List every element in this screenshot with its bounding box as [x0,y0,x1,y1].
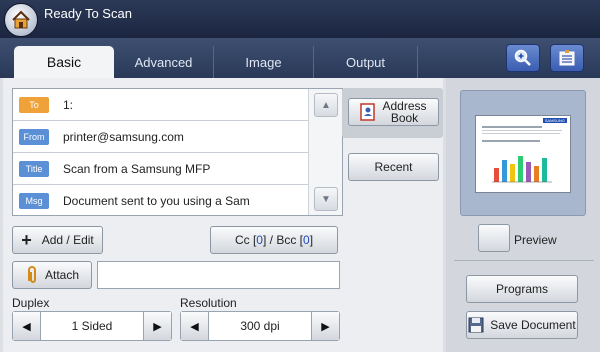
bcc-count: 0 [303,233,310,247]
preview-text-line [482,130,562,131]
field-value-msg: Document sent to you using a Sam [63,194,250,208]
fields-scrollbar[interactable]: ▲ ▼ [308,89,342,215]
bcc-suffix: ] [309,233,314,247]
save-document-button[interactable]: Save Document [466,311,578,339]
field-value-title: Scan from a Samsung MFP [63,161,211,176]
duplex-value: 1 Sided [71,319,113,333]
tab-output[interactable]: Output [314,46,418,78]
scroll-down-button[interactable]: ▼ [314,187,338,211]
tab-basic[interactable]: Basic [14,46,114,78]
preview-chart-graphic [492,156,552,183]
preview-page: SAMSUNG [475,115,571,193]
attach-field[interactable] [97,261,340,289]
right-pane: SAMSUNG Preview Programs Save Document [446,78,600,352]
triangle-right-icon: ▶ [321,320,330,333]
triangle-left-icon: ◀ [22,320,31,333]
preview-text-line [482,133,560,134]
bcc-prefix: ] / Bcc [ [262,233,303,247]
triangle-up-icon: ▲ [321,99,331,111]
triangle-left-icon: ◀ [190,320,199,333]
triangle-down-icon: ▼ [321,193,331,205]
tab-bar: Basic Advanced Image Output [0,38,600,78]
paperclip-icon [27,266,36,283]
cc-prefix: Cc [ [234,233,257,247]
divider [454,260,594,261]
plus-icon: + [21,229,32,250]
resolution-spinner: ◀ 300 dpi ▶ [180,311,340,341]
window-title: Ready To Scan [44,6,132,21]
tab-image[interactable]: Image [214,46,314,78]
address-book-button[interactable]: Address Book [348,98,439,126]
samsung-logo: SAMSUNG [542,118,567,123]
address-book-icon [359,103,375,121]
field-from[interactable]: From printer@samsung.com [13,121,308,153]
triangle-right-icon: ▶ [153,320,162,333]
field-tag-msg: Msg [19,193,49,209]
add-edit-button[interactable]: + Add / Edit [12,226,103,254]
preview-checkbox-button[interactable] [478,224,510,252]
duplex-label: Duplex [12,296,50,310]
main-panel: To 1: From printer@samsung.com Title Sca… [0,78,600,352]
duplex-spinner: ◀ 1 Sided ▶ [12,311,172,341]
field-tag-from: From [19,128,49,145]
field-tag-title: Title [19,160,49,177]
resolution-label: Resolution [180,296,237,310]
resolution-value: 300 dpi [240,319,280,333]
field-to[interactable]: To 1: [13,89,308,121]
attach-label: Attach [44,268,80,282]
title-bar: Ready To Scan [0,0,600,38]
duplex-next-button[interactable]: ▶ [143,312,171,340]
scroll-up-button[interactable]: ▲ [314,93,338,117]
field-msg[interactable]: Msg Document sent to you using a Sam [13,185,308,217]
tab-advanced[interactable]: Advanced [114,46,214,78]
programs-button[interactable]: Programs [466,275,578,303]
resolution-next-button[interactable]: ▶ [311,312,339,340]
field-title[interactable]: Title Scan from a Samsung MFP [13,153,308,185]
field-value-from: printer@samsung.com [63,129,184,144]
home-icon [12,10,30,29]
preview-label: Preview [514,233,557,247]
home-button[interactable] [4,3,38,37]
recipient-fields: To 1: From printer@samsung.com Title Sca… [12,88,343,216]
zoom-button[interactable] [506,44,540,72]
field-value-to: 1: [63,97,74,112]
zoom-in-icon [514,49,531,66]
preview-text-line [482,140,540,142]
job-list-button[interactable] [550,44,584,72]
preview-thumbnail: SAMSUNG [460,90,586,216]
recent-button[interactable]: Recent [348,153,439,181]
save-document-label: Save Document [490,318,576,332]
left-pane: To 1: From printer@samsung.com Title Sca… [3,78,443,352]
add-edit-label: Add / Edit [41,233,94,247]
cc-count: 0 [256,233,263,247]
address-book-label: Address Book [382,99,427,125]
preview-text-line [482,126,542,128]
duplex-prev-button[interactable]: ◀ [13,312,41,340]
resolution-prev-button[interactable]: ◀ [181,312,209,340]
attach-button[interactable]: Attach [12,261,92,289]
cc-bcc-button[interactable]: Cc [ 0 ] / Bcc [ 0 ] [210,226,338,254]
field-tag-to: To [19,96,49,113]
floppy-disk-icon [468,317,484,333]
job-list-icon [559,50,575,66]
